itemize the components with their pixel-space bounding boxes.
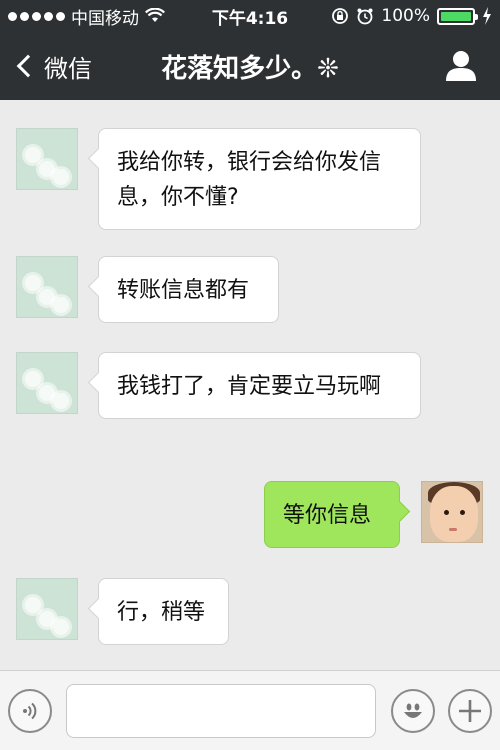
voice-icon bbox=[23, 702, 37, 720]
message-input[interactable] bbox=[66, 684, 376, 738]
message-text: 我钱打了，肯定要立马玩啊 bbox=[117, 374, 382, 399]
charging-icon bbox=[483, 7, 491, 25]
message-bubble[interactable]: 我钱打了，肯定要立马玩啊 bbox=[98, 352, 421, 419]
message-text: 行，稍等 bbox=[117, 600, 206, 625]
plus-icon bbox=[459, 700, 481, 722]
contact-avatar[interactable] bbox=[16, 352, 78, 414]
self-avatar[interactable] bbox=[421, 481, 483, 543]
voice-button[interactable] bbox=[8, 689, 52, 733]
battery-percent: 100% bbox=[381, 6, 430, 26]
rotation-lock-icon bbox=[332, 8, 349, 24]
contact-avatar[interactable] bbox=[16, 128, 78, 190]
message-bubble[interactable]: 我给你转，银行会给你发信息，你不懂? bbox=[98, 128, 421, 230]
chat-area[interactable]: 我给你转，银行会给你发信息，你不懂? 转账信息都有 我钱打了，肯定要立马玩啊 等… bbox=[0, 100, 500, 670]
message-text: 转账信息都有 bbox=[117, 278, 250, 303]
contact-avatar[interactable] bbox=[16, 256, 78, 318]
message-bubble[interactable]: 行，稍等 bbox=[98, 578, 229, 645]
alarm-icon bbox=[357, 8, 373, 25]
navigation-bar: 微信 花落知多少。❊ bbox=[0, 32, 500, 100]
message-bubble-outgoing[interactable]: 等你信息 bbox=[264, 481, 400, 548]
message-text: 我给你转，银行会给你发信息，你不懂? bbox=[117, 150, 382, 210]
emoji-button[interactable] bbox=[391, 689, 435, 733]
input-bar bbox=[0, 670, 500, 750]
chat-title: 花落知多少。❊ bbox=[161, 53, 339, 84]
person-icon[interactable] bbox=[444, 50, 478, 82]
status-right: 100% bbox=[331, 0, 492, 32]
battery-icon bbox=[437, 7, 478, 25]
message-text: 等你信息 bbox=[283, 503, 372, 528]
emoji-icon bbox=[404, 703, 422, 718]
status-bar: 中国移动 下午4:16 100% bbox=[0, 0, 500, 32]
add-button[interactable] bbox=[448, 689, 492, 733]
contact-avatar[interactable] bbox=[16, 578, 78, 640]
message-bubble[interactable]: 转账信息都有 bbox=[98, 256, 279, 323]
